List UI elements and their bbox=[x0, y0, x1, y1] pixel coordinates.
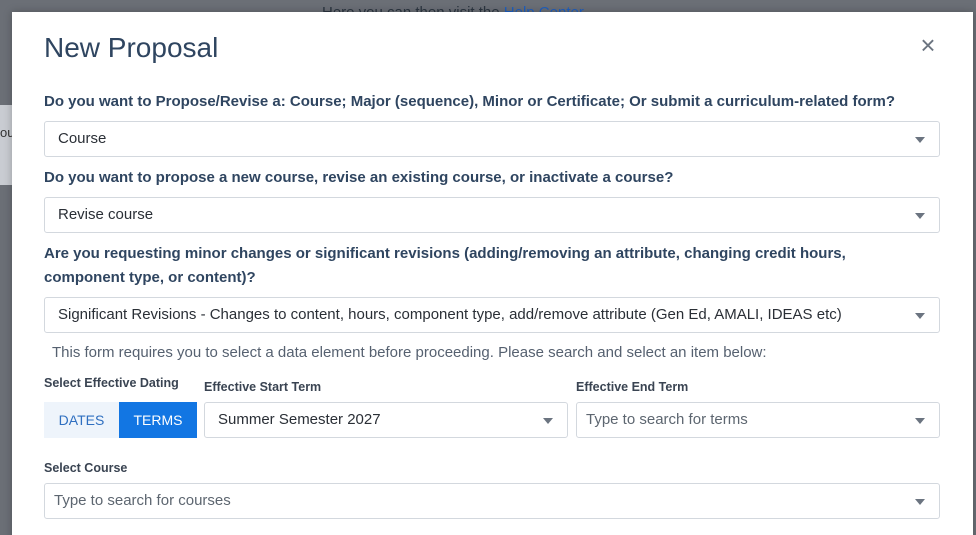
chevron-down-icon bbox=[915, 313, 925, 319]
effective-dating-toggle: DATES TERMS bbox=[44, 402, 197, 438]
effective-dating-label: Select Effective Dating bbox=[44, 376, 179, 390]
course-action-select[interactable]: Revise course bbox=[44, 197, 940, 233]
proposal-type-value: Course bbox=[58, 130, 107, 147]
course-action-value: Revise course bbox=[58, 206, 154, 223]
proposal-type-select[interactable]: Course bbox=[44, 121, 940, 157]
course-search-select[interactable]: Type to search for courses bbox=[44, 483, 940, 519]
terms-toggle-button[interactable]: TERMS bbox=[119, 402, 197, 438]
start-term-select[interactable]: Summer Semester 2027 bbox=[204, 402, 568, 438]
dates-toggle-button[interactable]: DATES bbox=[44, 402, 119, 438]
revision-type-question: Are you requesting minor changes or sign… bbox=[44, 245, 846, 286]
modal-title: New Proposal bbox=[44, 32, 219, 63]
end-term-select[interactable]: Type to search for terms bbox=[576, 402, 940, 438]
chevron-down-icon bbox=[543, 418, 553, 424]
start-term-value: Summer Semester 2027 bbox=[218, 411, 381, 428]
proposal-type-question: Do you want to Propose/Revise a: Course;… bbox=[44, 93, 895, 110]
end-term-label: Effective End Term bbox=[576, 380, 689, 394]
chevron-down-icon bbox=[915, 499, 925, 505]
new-proposal-modal: New Proposal × Do you want to Propose/Re… bbox=[12, 12, 973, 535]
course-search-placeholder: Type to search for courses bbox=[54, 492, 231, 509]
revision-type-select[interactable]: Significant Revisions - Changes to conte… bbox=[44, 297, 940, 333]
chevron-down-icon bbox=[915, 213, 925, 219]
chevron-down-icon bbox=[915, 418, 925, 424]
course-action-question: Do you want to propose a new course, rev… bbox=[44, 169, 674, 186]
chevron-down-icon bbox=[915, 137, 925, 143]
select-course-label: Select Course bbox=[44, 461, 128, 475]
end-term-placeholder: Type to search for terms bbox=[586, 411, 748, 428]
close-icon[interactable]: × bbox=[916, 32, 940, 58]
revision-type-value: Significant Revisions - Changes to conte… bbox=[58, 306, 842, 323]
start-term-label: Effective Start Term bbox=[204, 380, 322, 394]
data-element-info: This form requires you to select a data … bbox=[52, 344, 767, 361]
